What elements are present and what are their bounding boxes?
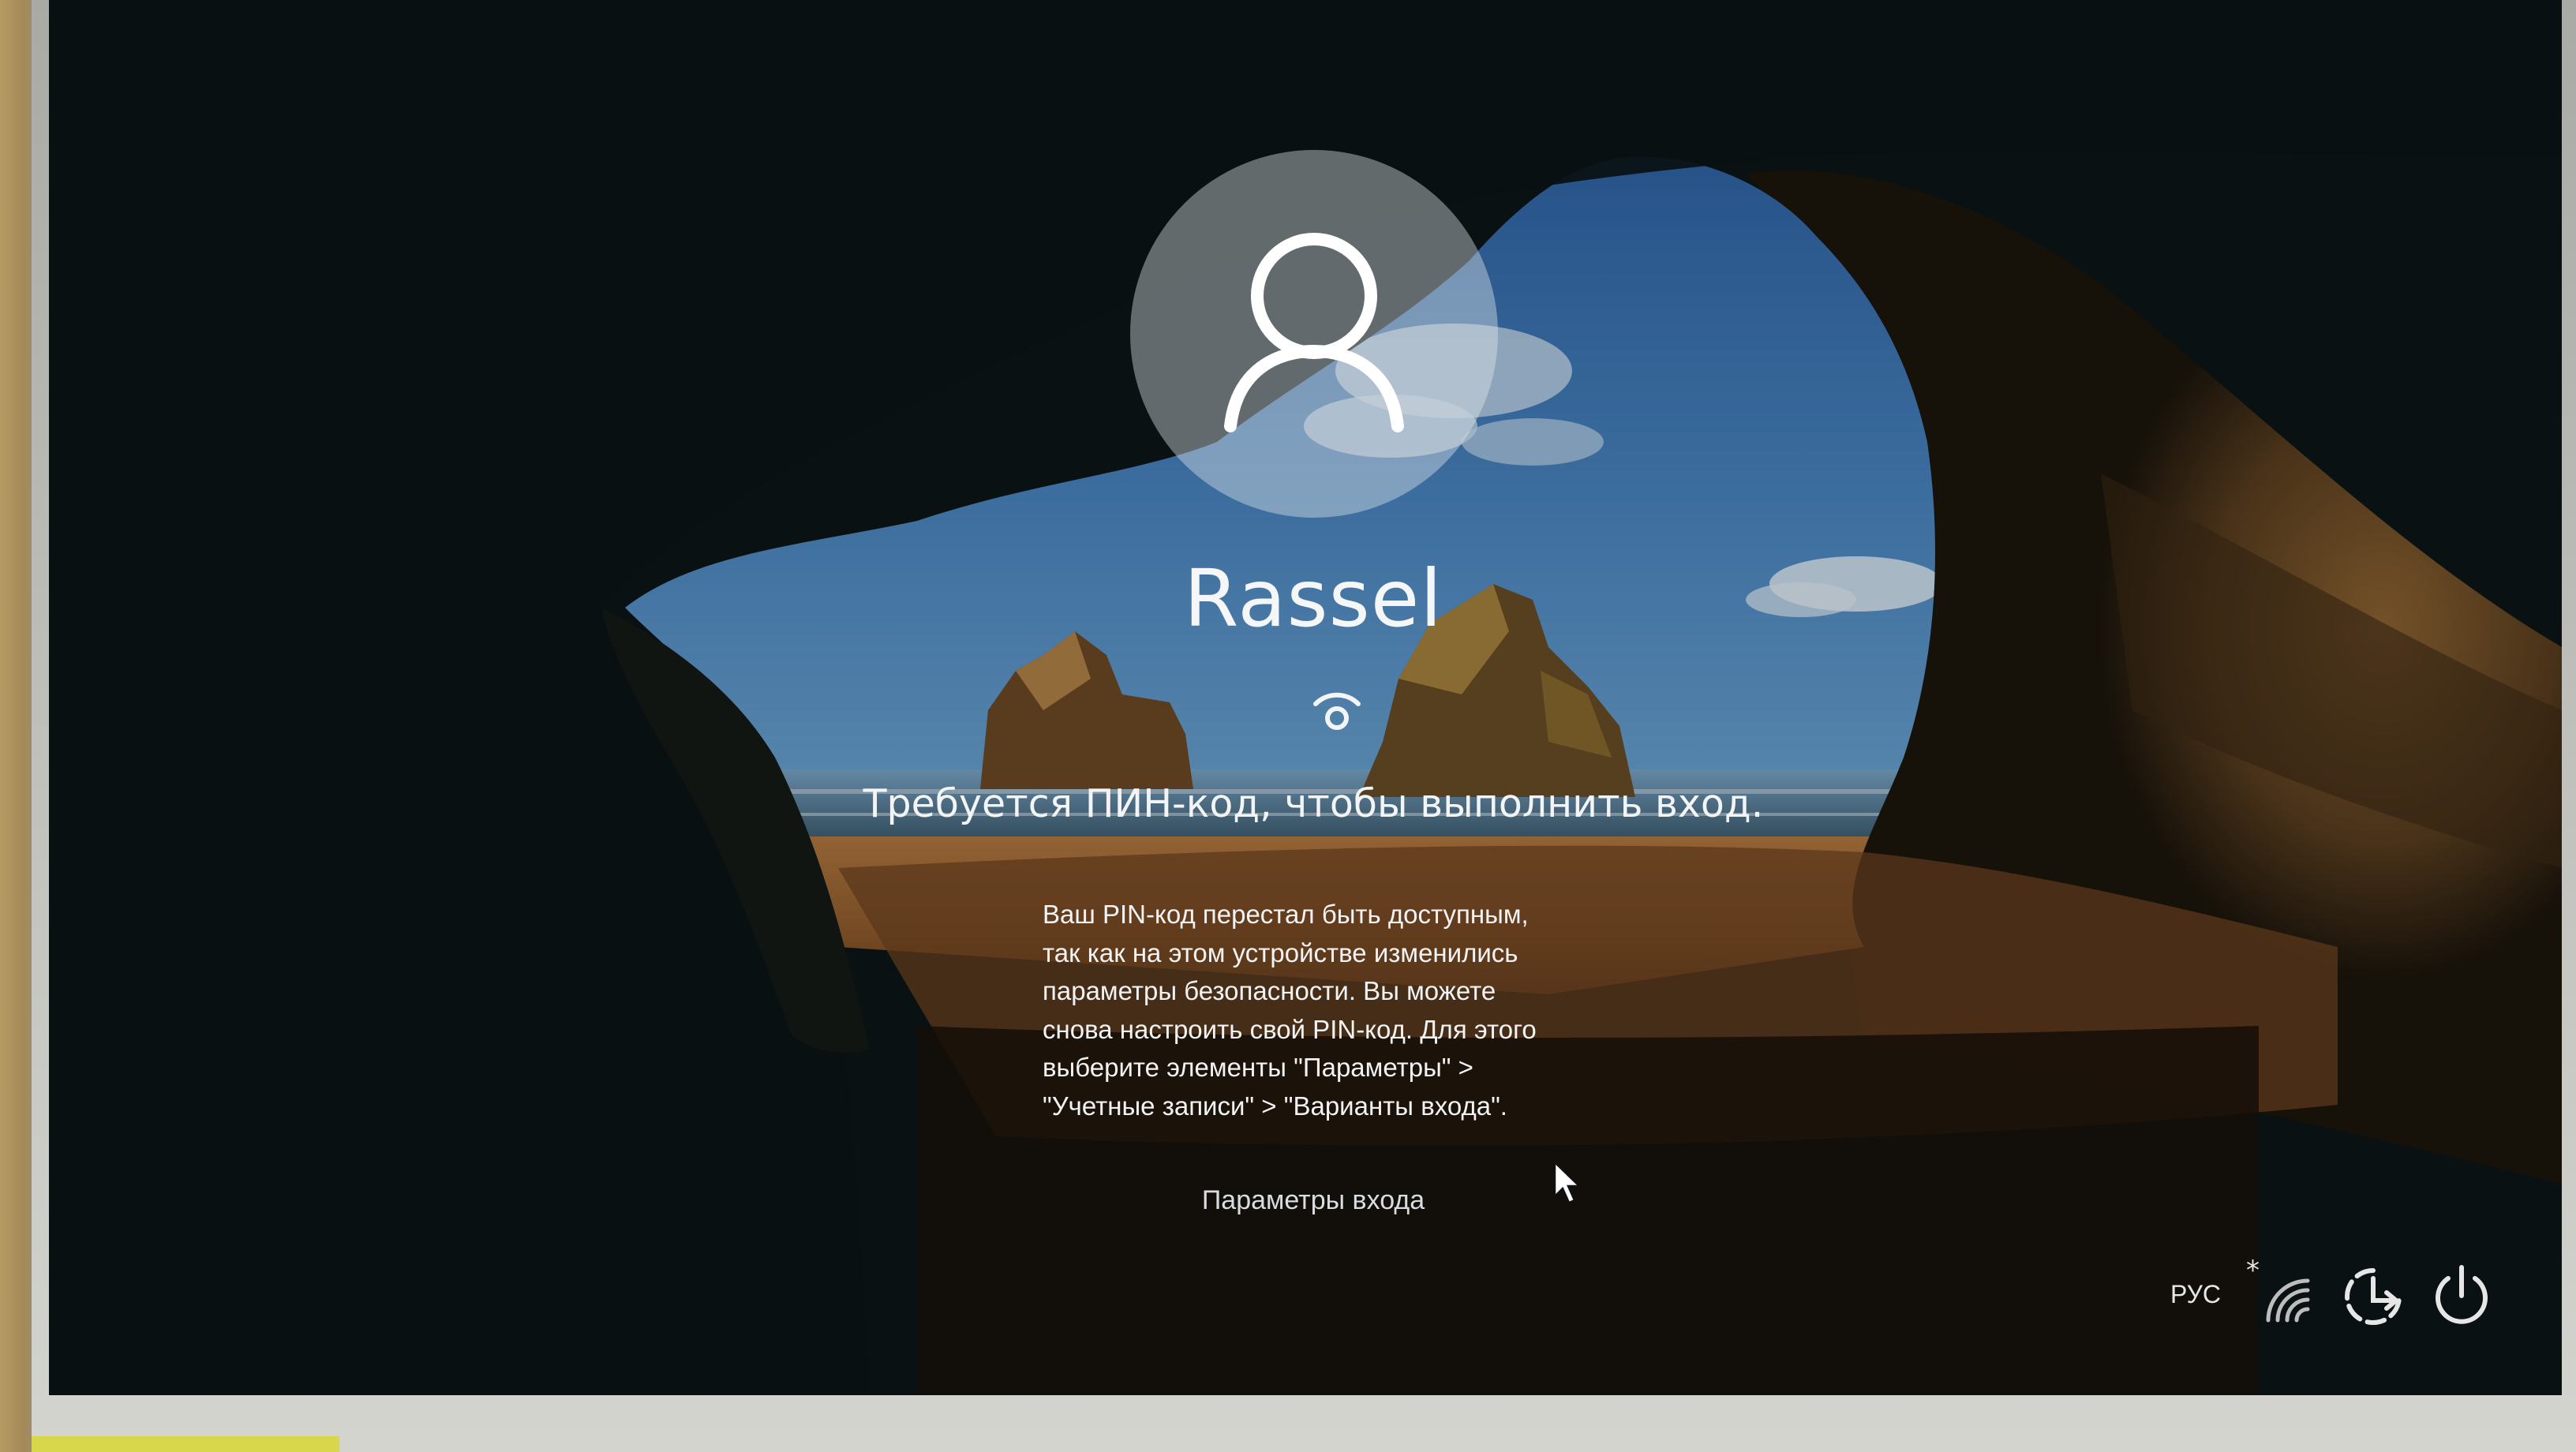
power-icon: [2436, 1265, 2488, 1324]
user-name: Rassel: [1183, 552, 1443, 645]
power-button[interactable]: [2426, 1259, 2497, 1334]
pin-message-line: "Учетные записи" > "Варианты входа".: [1043, 1091, 1507, 1121]
user-silhouette-icon: [1224, 233, 1404, 432]
pin-message-line: выберите элементы "Параметры" >: [1043, 1053, 1473, 1082]
user-avatar: [1130, 150, 1498, 518]
network-connection-icon: [1313, 692, 1361, 730]
pin-message-line: параметры безопасности. Вы можете: [1043, 976, 1496, 1005]
accessibility-button[interactable]: [2338, 1261, 2409, 1336]
network-button[interactable]: *: [2243, 1255, 2314, 1334]
mouse-cursor-icon: [1553, 1160, 1582, 1204]
pin-unavailable-message: Ваш PIN-код перестал быть доступным, так…: [1043, 896, 1690, 1125]
pin-required-heading: Требуется ПИН-код, чтобы выполнить вход.: [863, 781, 1764, 826]
desk-object: [32, 1436, 339, 1452]
accessibility-icon: [2345, 1268, 2402, 1325]
pin-message-line: Ваш PIN-код перестал быть доступным,: [1043, 900, 1529, 929]
pin-message-line: снова настроить свой PIN-код. Для этого: [1043, 1014, 1537, 1044]
lock-screen: Rassel Требуется ПИН-код, чтобы выполнит…: [49, 0, 2562, 1395]
language-indicator[interactable]: РУС: [2164, 1280, 2227, 1309]
svg-text:*: *: [2246, 1259, 2260, 1286]
network-icon: *: [2246, 1255, 2310, 1323]
sign-in-options-link[interactable]: Параметры входа: [1171, 1185, 1455, 1216]
pin-message-line: так как на этом устройстве изменились: [1043, 937, 1518, 967]
